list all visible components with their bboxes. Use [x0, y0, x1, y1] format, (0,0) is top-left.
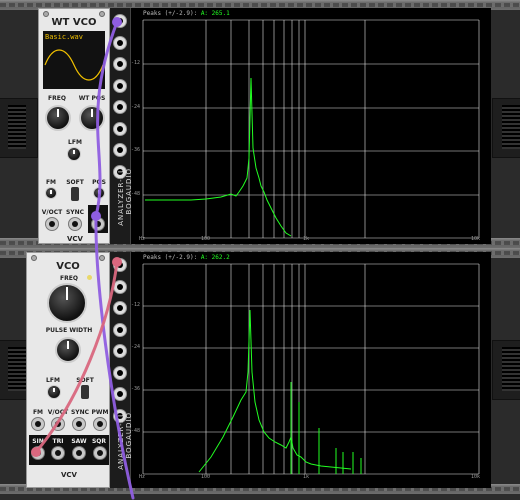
analyzer-input-jack[interactable]: [113, 387, 127, 401]
sin-label: SIN: [32, 438, 44, 445]
x-tick: Hz: [139, 236, 146, 242]
analyzer-input-jack[interactable]: [113, 344, 127, 358]
analyzer-input-jack[interactable]: [113, 279, 127, 294]
vco-title: VCO: [56, 261, 80, 272]
tri-out-jack[interactable]: [51, 446, 65, 460]
x-tick: Hz: [139, 474, 146, 480]
sin-out-jack[interactable]: [31, 446, 45, 460]
x-tick: 1k: [303, 236, 310, 242]
y-tick: -36: [131, 147, 141, 153]
y-tick: -12: [131, 302, 141, 308]
wt-pos-knob[interactable]: [79, 105, 105, 131]
sync-jack[interactable]: [72, 417, 86, 431]
pos-knob[interactable]: [93, 187, 105, 199]
freq-knob[interactable]: [45, 105, 71, 131]
spectrum-plot[interactable]: [131, 8, 491, 244]
wave-display[interactable]: Basic.wav: [43, 31, 105, 89]
blank-slot-right-bottom: [492, 340, 520, 400]
y-tick: -24: [131, 104, 141, 110]
x-tick: 10k: [471, 236, 481, 242]
voct-jack[interactable]: [45, 217, 59, 231]
sqr-out-jack[interactable]: [93, 446, 107, 460]
pos-label: POS: [92, 179, 106, 186]
freq-label: FREQ: [60, 275, 78, 282]
analyzer-input-jack[interactable]: [113, 121, 127, 136]
analyzer-top: ANALYZER-XL BOGAUDIO Peaks (+/-2.9): A: …: [117, 8, 491, 244]
analyzer-input-jack[interactable]: [113, 143, 127, 157]
analyzer-title-vertical: ANALYZER-XL: [117, 412, 125, 470]
sqr-label: SQR: [91, 438, 107, 445]
pulse-width-knob[interactable]: [55, 337, 81, 363]
spectrum-plot[interactable]: [131, 252, 491, 488]
analyzer-input-jack[interactable]: [113, 14, 127, 28]
analyzer-input-jack[interactable]: [113, 78, 127, 93]
sync-label: SYNC: [65, 209, 85, 216]
pwm-jack[interactable]: [93, 417, 107, 431]
lfm-knob[interactable]: [67, 147, 81, 161]
analyzer-input-jack[interactable]: [113, 365, 127, 380]
blank-slot-left-top: [0, 98, 38, 158]
analyzer-input-jack[interactable]: [113, 322, 127, 337]
analyzer-input-jack[interactable]: [113, 301, 127, 315]
wave-out-jack[interactable]: [91, 217, 105, 231]
lfm-knob[interactable]: [47, 385, 61, 399]
wt-vco-title: WT VCO: [51, 17, 97, 28]
vco-module: VCO FREQ PULSE WIDTH LFM SOFT FM V/OCT S…: [26, 252, 110, 488]
analyzer-title-vertical: ANALYZER-XL: [117, 168, 125, 226]
y-tick: -48: [131, 428, 141, 434]
wave-preview: [44, 49, 104, 81]
fm-label: FM: [32, 409, 44, 416]
x-tick: 100: [201, 236, 211, 242]
x-tick: 1k: [303, 474, 310, 480]
saw-label: SAW: [71, 438, 87, 445]
tri-label: TRI: [52, 438, 64, 445]
fm-knob[interactable]: [45, 187, 57, 199]
y-tick: -36: [131, 386, 141, 392]
x-tick: 10k: [471, 474, 481, 480]
wt-pos-label: WT POS: [78, 95, 106, 102]
analyzer-bottom: ANALYZER-XL BOGAUDIO Peaks (+/-2.9): A: …: [117, 252, 491, 488]
soft-switch[interactable]: [81, 385, 89, 399]
voct-jack[interactable]: [51, 417, 65, 431]
vcv-logo: VCV: [67, 235, 83, 243]
soft-switch[interactable]: [71, 187, 79, 201]
voct-label: V/OCT: [47, 409, 69, 416]
sync-jack[interactable]: [68, 217, 82, 231]
sync-label: SYNC: [70, 409, 90, 416]
soft-label: SOFT: [66, 179, 84, 186]
y-tick: -24: [131, 344, 141, 350]
freq-label: FREQ: [48, 95, 66, 102]
wt-vco-module: WT VCO Basic.wav FREQ WT POS LFM FM SOFT…: [38, 8, 110, 244]
analyzer-input-jack[interactable]: [113, 100, 127, 114]
freq-knob[interactable]: [47, 283, 87, 323]
fm-label: FM: [45, 179, 57, 186]
blank-slot-right-top: [492, 98, 520, 158]
lfm-label: LFM: [68, 139, 82, 146]
vcv-logo: VCV: [61, 471, 77, 479]
pulse-width-label: PULSE WIDTH: [45, 327, 93, 334]
fm-jack[interactable]: [31, 417, 45, 431]
y-tick: -48: [131, 191, 141, 197]
soft-label: SOFT: [76, 377, 94, 384]
lfm-label: LFM: [46, 377, 60, 384]
voct-label: V/OCT: [41, 209, 63, 216]
y-tick: -12: [131, 60, 141, 66]
freq-led: [87, 275, 92, 280]
pwm-label: PWM: [91, 409, 109, 416]
analyzer-input-jack[interactable]: [113, 35, 127, 50]
analyzer-input-jack[interactable]: [113, 258, 127, 272]
x-tick: 100: [201, 474, 211, 480]
analyzer-input-jack[interactable]: [113, 57, 127, 71]
saw-out-jack[interactable]: [72, 446, 86, 460]
